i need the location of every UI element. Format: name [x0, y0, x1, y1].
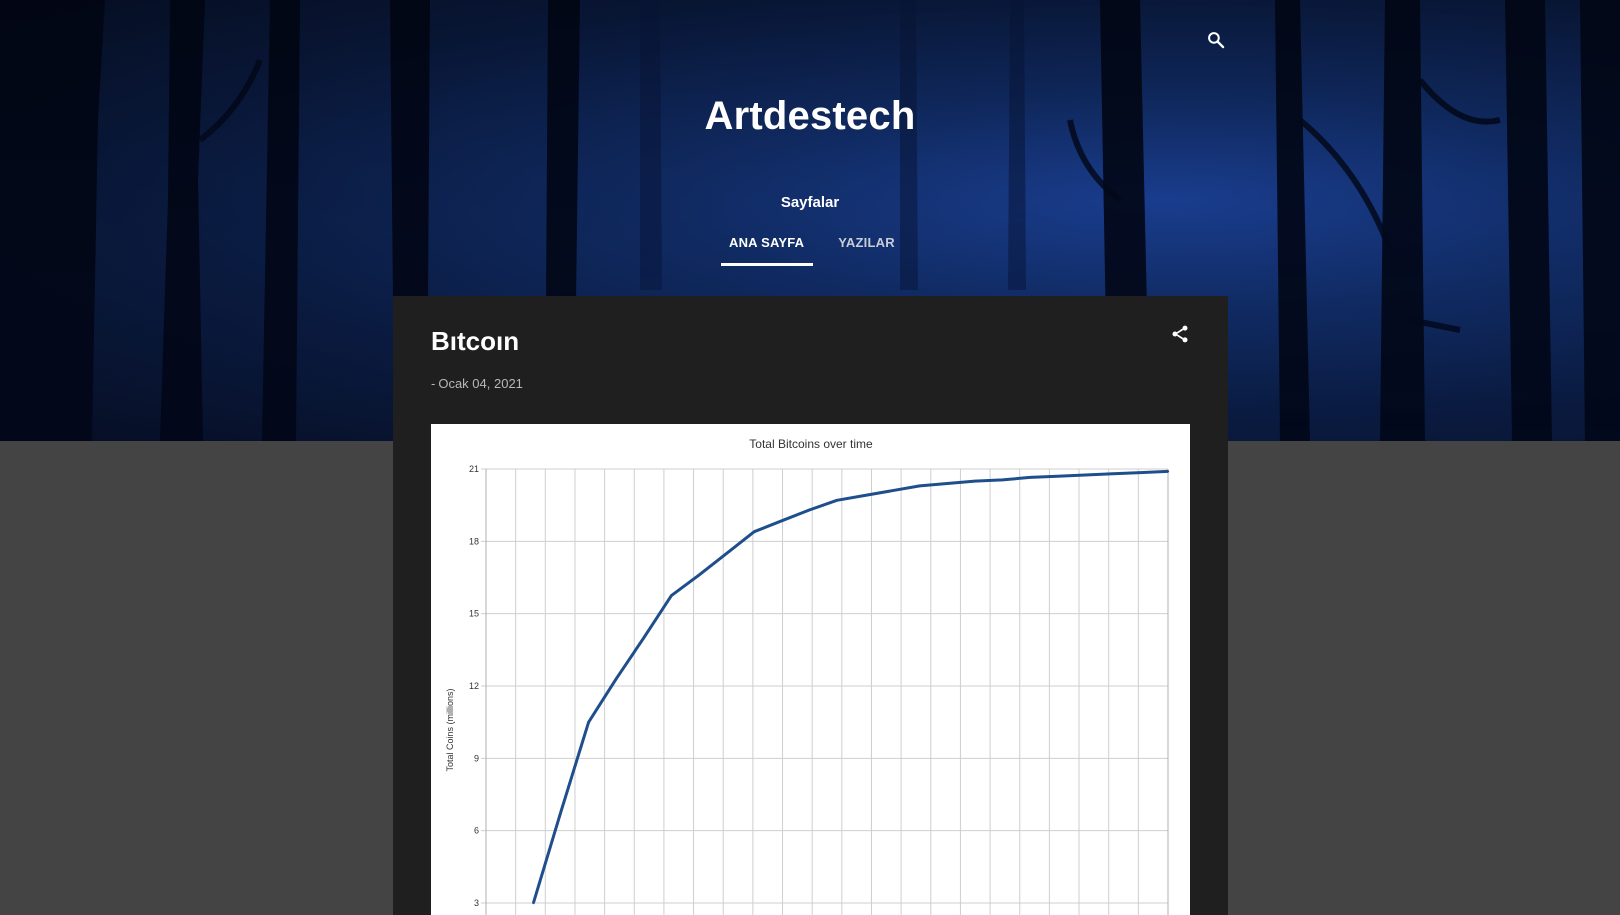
chart-y-tick-label: 3	[474, 898, 479, 908]
chart-data-point	[890, 489, 894, 492]
pages-label: Sayfalar	[780, 194, 840, 211]
chart-data-point	[1056, 475, 1059, 478]
share-icon	[1172, 325, 1188, 343]
post-title[interactable]: Bıtcoın	[431, 326, 519, 357]
chart-data-point	[835, 499, 839, 502]
tab-ana-sayfa[interactable]: ANA SAYFA	[721, 232, 814, 266]
chart-data-point	[532, 901, 535, 905]
chart-data-point	[973, 479, 977, 483]
chart-data-point	[1111, 472, 1115, 476]
chart-grid	[481, 468, 1169, 915]
search-icon	[1208, 32, 1225, 49]
chart-data-point	[615, 677, 618, 680]
chart-y-tick-label: 18	[469, 536, 479, 546]
chart-data-point	[1166, 470, 1170, 473]
chart-data-point	[1139, 471, 1142, 474]
chart-data-point	[863, 494, 866, 497]
chart-y-tick-label: 12	[469, 681, 479, 691]
chart-data-point	[559, 810, 563, 813]
search-button[interactable]	[1200, 24, 1232, 56]
page: Artdestech Sayfalar ANA SAYFA YAZILAR Bı…	[0, 0, 1620, 915]
chart-series	[531, 469, 1170, 905]
chart-y-ticks: 21 18 15 12 9 6 3	[469, 464, 479, 908]
bitcoin-chart-image[interactable]: Total Bitcoins over time Total Coins (mi…	[431, 424, 1190, 915]
chart-y-tick-label: 6	[474, 826, 479, 836]
page-nav: ANA SAYFA YAZILAR	[721, 232, 904, 266]
chart-data-point	[808, 508, 811, 512]
chart-data-point	[642, 636, 646, 639]
chart-title: Total Bitcoins over time	[749, 437, 873, 451]
site-title[interactable]: Artdestech	[0, 94, 1620, 139]
tab-yazilar[interactable]: YAZILAR	[830, 232, 904, 266]
bitcoin-chart: Total Bitcoins over time Total Coins (mi…	[445, 437, 1170, 915]
chart-data-point	[780, 519, 783, 523]
share-button[interactable]	[1166, 320, 1194, 348]
chart-data-point	[1028, 476, 1032, 479]
chart-data-point	[752, 530, 756, 533]
chart-data-point	[587, 720, 590, 724]
chart-y-axis-label: Total Coins (millions)	[445, 688, 455, 771]
post-date-value: Ocak 04, 2021	[438, 376, 523, 391]
chart-y-tick-label: 21	[469, 464, 479, 474]
chart-y-tick-label: 9	[474, 753, 479, 763]
post-date-prefix: -	[431, 376, 436, 391]
chart-data-point	[697, 573, 701, 577]
chart-data-point	[670, 594, 673, 597]
chart-series-line	[531, 469, 1169, 904]
chart-data-point	[1084, 473, 1087, 477]
chart-data-point	[918, 484, 921, 488]
chart-data-point	[1001, 478, 1004, 482]
chart-data-point	[946, 482, 949, 485]
chart-y-tick-label: 15	[469, 609, 479, 619]
chart-data-point	[725, 552, 728, 555]
post-date: - Ocak 04, 2021	[431, 376, 523, 391]
post-card: Bıtcoın - Ocak 04, 2021 Total Bitcoins ov…	[393, 296, 1228, 915]
